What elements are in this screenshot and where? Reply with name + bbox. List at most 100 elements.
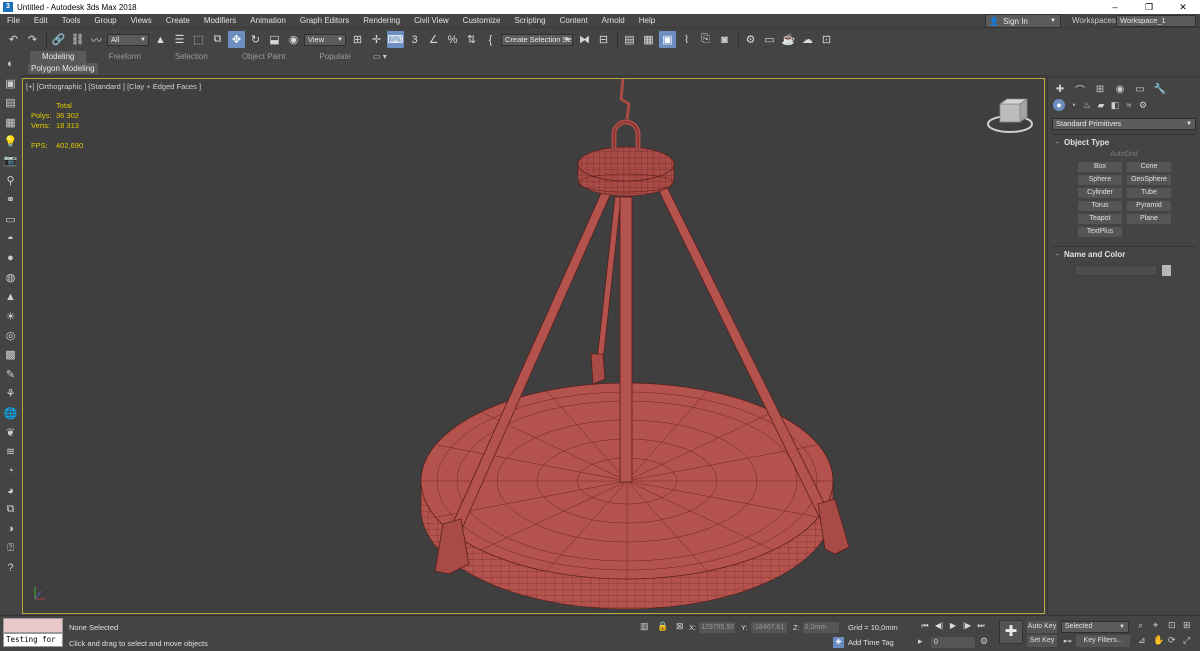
go-to-start-icon[interactable]: ⏮ <box>918 621 932 631</box>
cone-icon[interactable]: ▲ <box>3 289 19 305</box>
create-tab-icon[interactable]: ✚ <box>1053 82 1067 96</box>
shapes-icon[interactable]: ◔ <box>1067 99 1079 111</box>
wood-icon[interactable]: ◔ <box>3 463 19 479</box>
display-icon[interactable]: ◑ <box>3 521 19 537</box>
absolute-mode-icon[interactable]: ⊠ <box>676 621 684 632</box>
selection-filter-dropdown[interactable]: All ▼ <box>107 33 149 46</box>
rendered-frame-window-icon[interactable]: ▭ <box>761 31 778 48</box>
select-by-name-icon[interactable]: ☰ <box>171 31 188 48</box>
name-and-color-header[interactable]: - Name and Color <box>1052 250 1196 259</box>
cylinder-button[interactable]: Cylinder <box>1078 188 1122 198</box>
plane-button[interactable]: Plane <box>1127 214 1171 224</box>
snaps-toggle-icon[interactable]: 3 <box>406 31 423 48</box>
utilities-icon[interactable]: ⍰ <box>3 541 19 557</box>
key-mode-icon[interactable]: ▸ <box>918 636 923 647</box>
tab-modeling[interactable]: Modeling <box>30 50 87 63</box>
display-tab-icon[interactable]: ▭ <box>1133 82 1147 96</box>
modify-tab-icon[interactable]: ⌒ <box>1073 82 1087 97</box>
angle-snap-icon[interactable]: ∠ <box>425 31 442 48</box>
ribbon-options-icon[interactable]: ▭ ▾ <box>373 52 387 61</box>
toggle-ribbon-icon[interactable]: ▣ <box>659 31 676 48</box>
grid-icon[interactable]: ▩ <box>3 347 19 363</box>
box-icon[interactable]: ▭ <box>3 211 19 227</box>
reference-coordinate-dropdown[interactable]: View ▼ <box>304 33 346 46</box>
space-warps-icon[interactable]: ≈ <box>1123 99 1135 111</box>
zoom-extents-icon[interactable]: ⊡ <box>1168 620 1183 631</box>
selection-lock-icon[interactable]: 🔒 <box>657 621 668 632</box>
a360-gallery-icon[interactable]: ⊡ <box>818 31 835 48</box>
key-selection-dropdown[interactable]: Selected ▼ <box>1061 621 1129 633</box>
select-and-scale-icon[interactable]: ⬓ <box>266 31 283 48</box>
bind-space-warp-icon[interactable]: 〰 <box>88 31 105 48</box>
set-key-mode-button[interactable]: Set Key <box>1027 635 1057 647</box>
window-crossing-icon[interactable]: ⧉ <box>209 31 226 48</box>
motion-tab-icon[interactable]: ◉ <box>1113 82 1127 96</box>
teapot-button[interactable]: Teapot <box>1078 214 1122 224</box>
maxscript-input[interactable]: Testing for ; <box>3 633 63 647</box>
material-editor-icon[interactable]: ◙ <box>716 31 733 48</box>
sign-in-dropdown[interactable]: 👤 Sign In ▼ <box>985 14 1061 28</box>
menu-modifiers[interactable]: Modifiers <box>197 14 243 28</box>
select-and-move-icon[interactable]: ✥ <box>228 31 245 48</box>
menu-arnold[interactable]: Arnold <box>595 14 632 28</box>
unlink-icon[interactable]: ⛓ <box>69 31 86 48</box>
lights-icon[interactable]: 💡 <box>3 134 19 150</box>
minimize-button[interactable]: – <box>1098 0 1132 14</box>
rectangular-selection-icon[interactable]: ⬚ <box>190 31 207 48</box>
maximize-viewport-icon[interactable]: ⤢ <box>1183 635 1198 646</box>
menu-create[interactable]: Create <box>159 14 197 28</box>
select-and-place-icon[interactable]: ◉ <box>285 31 302 48</box>
viewport-label[interactable]: [+] [Orthographic ] [Standard ] [Clay + … <box>26 82 201 91</box>
leaf-icon[interactable]: ❦ <box>3 424 19 440</box>
menu-group[interactable]: Group <box>87 14 123 28</box>
crowd-icon[interactable]: ⚘ <box>3 386 19 402</box>
material-sphere-icon[interactable]: ◕ <box>3 483 19 499</box>
paint-icon[interactable]: ✎ <box>3 366 19 382</box>
menu-animation[interactable]: Animation <box>243 14 293 28</box>
auto-key-button[interactable]: Auto Key <box>1027 621 1057 633</box>
scene-icon[interactable]: ▣ <box>3 75 19 91</box>
menu-views[interactable]: Views <box>124 14 159 28</box>
object-color-swatch[interactable] <box>1162 265 1171 276</box>
object-name-field[interactable] <box>1074 265 1158 276</box>
geosphere-button[interactable]: GeoSphere <box>1127 175 1171 185</box>
menu-edit[interactable]: Edit <box>27 14 55 28</box>
menu-rendering[interactable]: Rendering <box>356 14 407 28</box>
key-filter-icon[interactable]: ⊷ <box>1063 636 1072 647</box>
viewport-layout-icon[interactable]: ◐ <box>3 56 19 72</box>
set-key-button[interactable]: ✚ <box>999 620 1023 644</box>
torus-icon[interactable]: ◎ <box>3 327 19 343</box>
layers-icon[interactable]: ▤ <box>3 95 19 111</box>
zoom-extents-all-icon[interactable]: ⊞ <box>1183 620 1198 631</box>
workspace-select[interactable]: Workspace_1 <box>1116 15 1196 27</box>
curve-editor-icon[interactable]: ⌇ <box>678 31 695 48</box>
close-button[interactable]: ✕ <box>1166 0 1200 14</box>
dome-icon[interactable]: ◓ <box>3 231 19 247</box>
menu-civil-view[interactable]: Civil View <box>407 14 456 28</box>
percent-snap-icon[interactable]: % <box>444 31 461 48</box>
help-icon[interactable]: ? <box>3 560 19 576</box>
menu-file[interactable]: File <box>0 14 27 28</box>
redo-icon[interactable]: ↷ <box>24 31 41 48</box>
go-to-end-icon[interactable]: ⏭ <box>974 621 988 631</box>
globe-icon[interactable]: 🌐 <box>3 405 19 421</box>
next-frame-icon[interactable]: |▶ <box>960 621 974 631</box>
key-filters-button[interactable]: Key Filters... <box>1076 635 1130 647</box>
cameras-icon[interactable]: ▰ <box>1095 99 1107 111</box>
viewport-orthographic[interactable]: [+] [Orthographic ] [Standard ] [Clay + … <box>22 78 1045 614</box>
undo-icon[interactable]: ↶ <box>5 31 22 48</box>
sphere-button[interactable]: Sphere <box>1078 175 1122 185</box>
render-production-icon[interactable]: ☕ <box>780 31 797 48</box>
object-type-header[interactable]: - Object Type <box>1052 138 1196 147</box>
zoom-icon[interactable]: ⌕ <box>1138 620 1153 631</box>
menu-content[interactable]: Content <box>553 14 595 28</box>
keyboard-shortcut-override-icon[interactable]: ⌨ <box>387 31 404 48</box>
orbit-icon[interactable]: ⟳ <box>1168 635 1183 646</box>
pivot-center-icon[interactable]: ⊞ <box>349 31 366 48</box>
time-config-icon[interactable]: ⚙ <box>980 636 988 647</box>
tab-selection[interactable]: Selection <box>163 51 220 63</box>
maxscript-listener[interactable]: Testing for ; <box>3 618 63 648</box>
schematic-view-icon[interactable]: ⎘ <box>697 31 714 48</box>
named-selection-set-dropdown[interactable]: Create Selection Se ▼ <box>501 33 573 46</box>
sun-icon[interactable]: ☀ <box>3 308 19 324</box>
